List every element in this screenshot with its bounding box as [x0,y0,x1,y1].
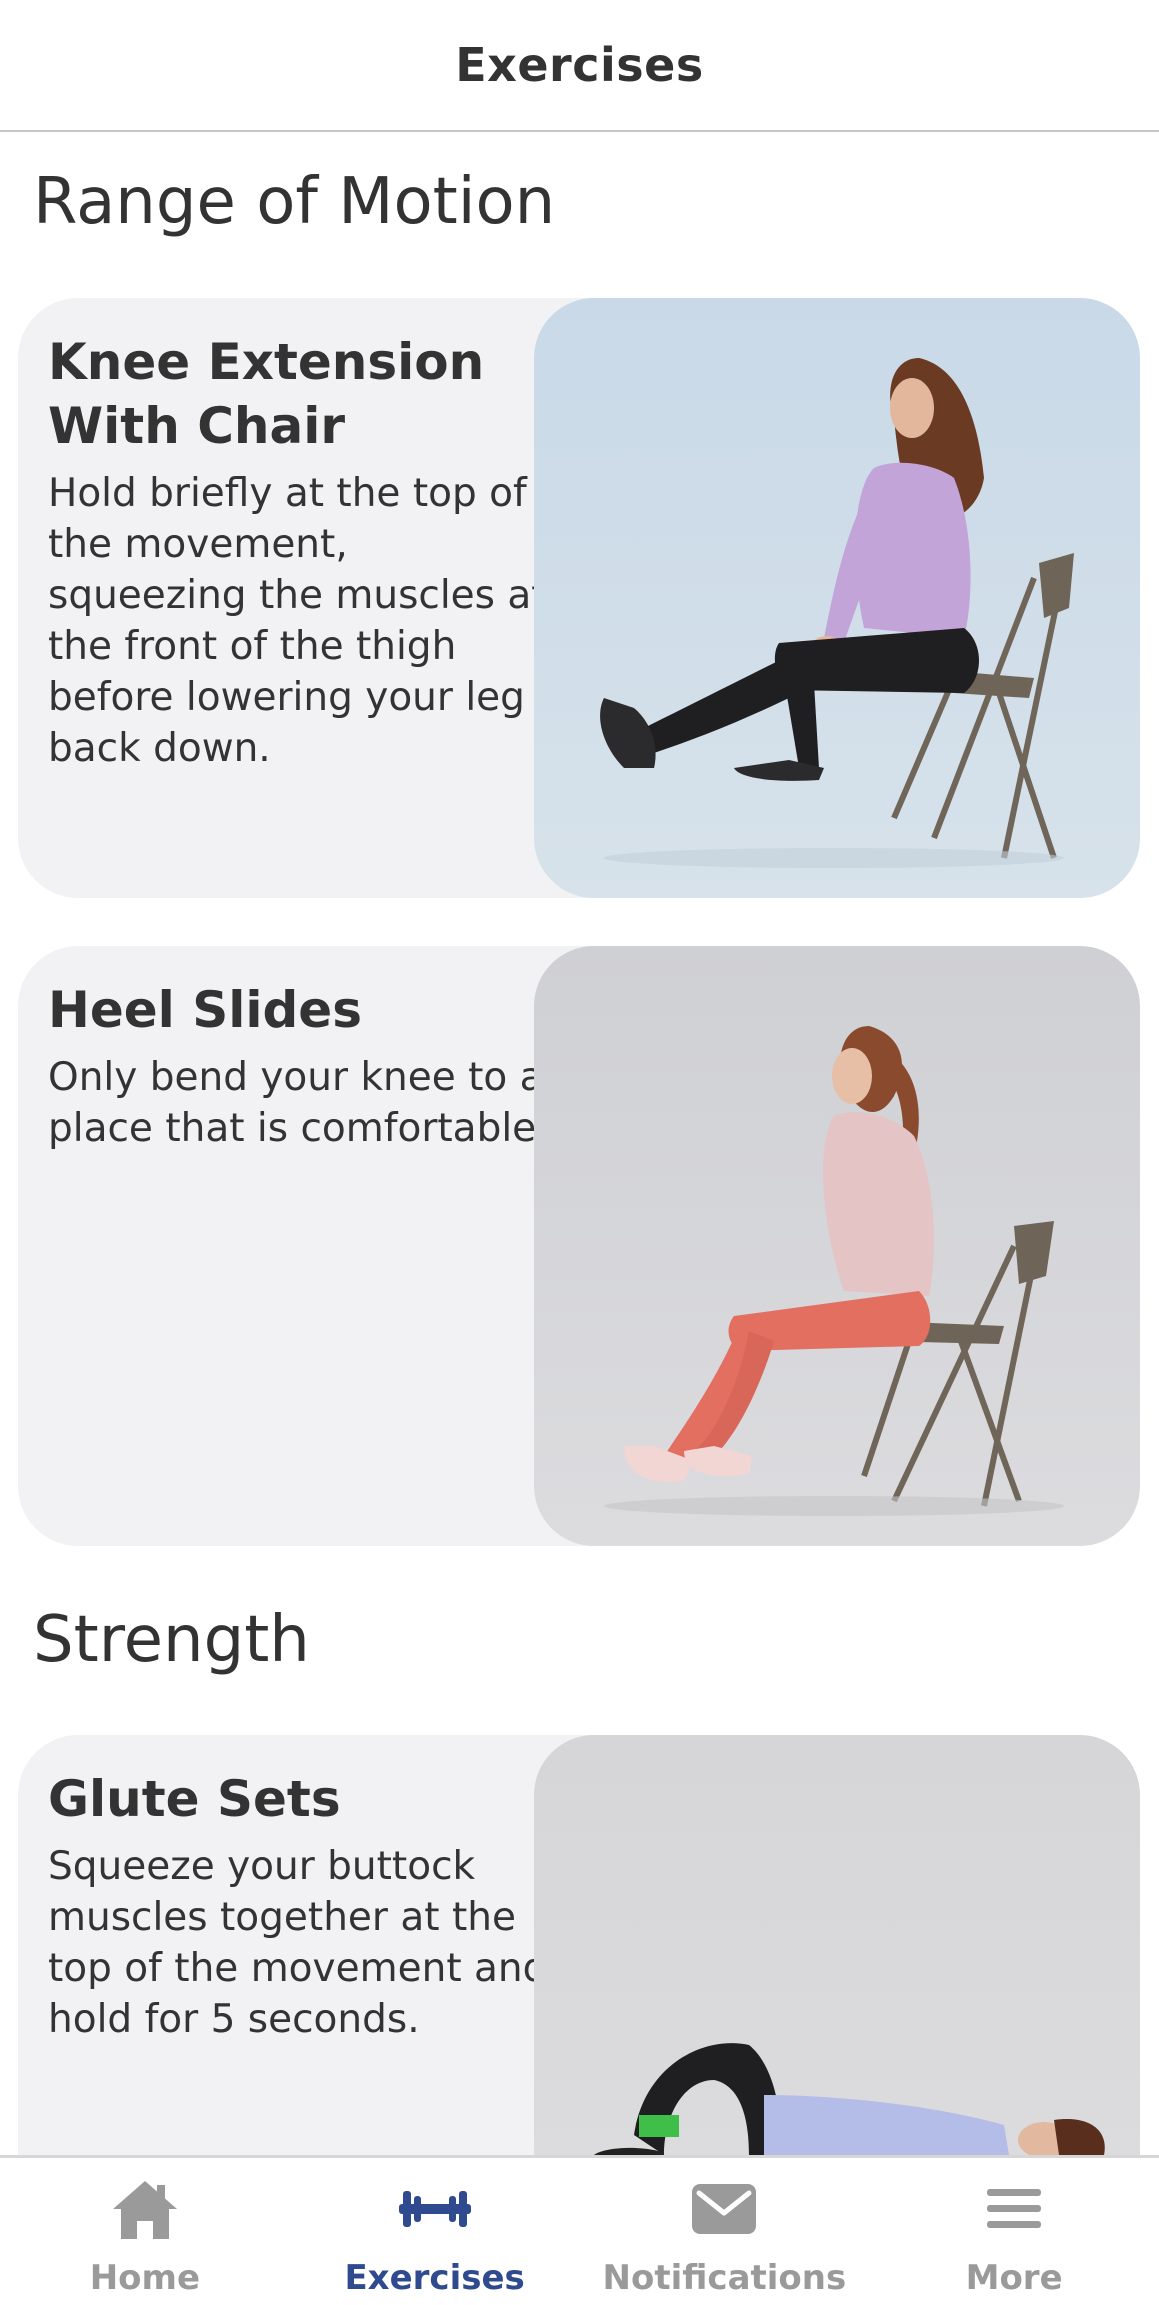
section-title-strength: Strength [33,1603,310,1677]
page-title: Exercises [455,38,704,92]
tab-home[interactable]: Home [0,2158,290,2305]
exercise-card-glute-sets[interactable]: Glute Sets Squeeze your buttock muscles … [18,1735,1140,2155]
card-text: Knee Extension With Chair Hold briefly a… [48,330,553,774]
exercise-description: Hold briefly at the top of the movement,… [48,471,547,771]
home-icon [107,2174,183,2244]
card-text: Glute Sets Squeeze your buttock muscles … [48,1767,553,2045]
envelope-icon [686,2174,762,2244]
exercise-title: Glute Sets [48,1770,341,1828]
dumbbell-icon [397,2174,473,2244]
bottom-tab-bar: Home Exercises Notifications More [0,2155,1159,2305]
section-title-range-of-motion: Range of Motion [33,165,556,239]
exercise-card-knee-extension[interactable]: Knee Extension With Chair Hold briefly a… [18,298,1140,898]
glute-sets-photo [534,1735,1140,2155]
tab-notifications[interactable]: Notifications [580,2158,870,2305]
exercise-description: Squeeze your buttock muscles together at… [48,1844,548,2042]
exercise-title: Heel Slides [48,981,362,1039]
heel-slides-photo [534,946,1140,1546]
exercise-list[interactable]: Range of Motion Knee Extension With Chai… [0,134,1159,2155]
knee-extension-photo [534,298,1140,898]
card-text: Heel Slides Only bend your knee to a pla… [48,978,553,1154]
exercise-card-heel-slides[interactable]: Heel Slides Only bend your knee to a pla… [18,946,1140,1546]
exercise-description: Only bend your knee to a place that is c… [48,1055,549,1151]
tab-more[interactable]: More [869,2158,1159,2305]
tab-label: More [965,2258,1063,2298]
tab-label: Home [89,2258,201,2298]
tab-label: Exercises [344,2258,525,2298]
menu-icon [976,2174,1052,2244]
tab-exercises[interactable]: Exercises [290,2158,580,2305]
top-header: Exercises [0,0,1159,132]
exercise-title: Knee Extension With Chair [48,333,485,455]
tab-label: Notifications [602,2258,847,2298]
